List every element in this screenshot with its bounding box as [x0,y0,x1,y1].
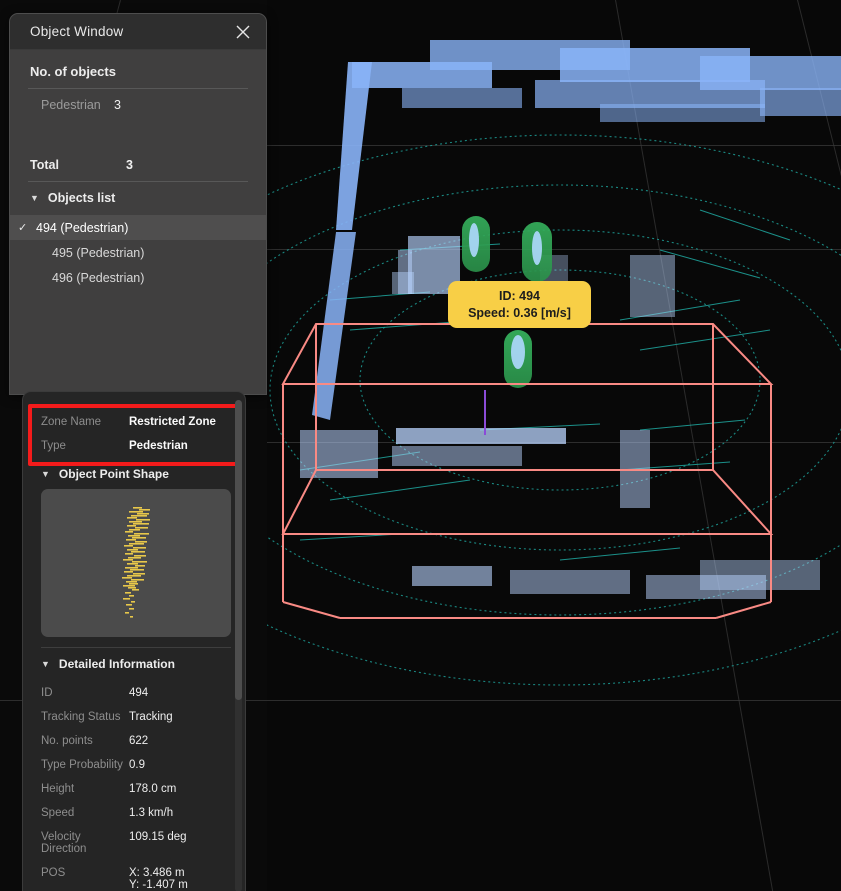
tooltip-speed: Speed: 0.36 [m/s] [468,305,571,320]
detail-label: Speed [41,807,75,819]
detailed-information-table: ID 494 Tracking Status Tracking No. poin… [41,677,231,891]
detail-row-tracking-status: Tracking Status Tracking [41,705,231,729]
detail-value: 494 [129,687,149,699]
detail-value: 622 [129,735,149,747]
detail-row-height: Height 178.0 cm [41,777,231,801]
zone-info-group: Zone Name Restricted Zone Type Pedestria… [41,392,231,458]
object-count-label: Pedestrian [41,98,101,112]
zone-type-row: Type Pedestrian [41,434,231,458]
detail-value-pos-y: Y: -1.407 m [129,879,188,891]
object-point-shape-preview [41,489,231,637]
check-icon: ✓ [18,222,28,234]
detail-label: Type Probability [41,759,123,771]
point-shape-scatter [122,507,150,618]
list-item[interactable]: ✓ 494 (Pedestrian) [10,215,266,240]
detail-scroll-content: Zone Name Restricted Zone Type Pedestria… [23,392,245,891]
triangle-down-icon: ▼ [41,468,50,479]
close-icon[interactable] [232,21,254,43]
object-window-titlebar: Object Window [10,14,266,50]
object-count-row: Pedestrian 3 [28,89,248,112]
detail-value-pos: X: 3.486 m Y: -1.407 m [129,867,188,891]
detail-label: Tracking Status [41,711,121,723]
object-detail-panel: Zone Name Restricted Zone Type Pedestria… [22,391,246,891]
total-label: Total [30,158,59,172]
detail-row-id: ID 494 [41,681,231,705]
detail-label: No. points [41,735,93,747]
object-count-value: 3 [114,98,121,112]
zone-name-row: Zone Name Restricted Zone [41,410,231,434]
detail-row-speed: Speed 1.3 km/h [41,801,231,825]
object-point-shape-disclosure[interactable]: ▼ Object Point Shape [41,458,231,487]
detail-scrollbar-thumb[interactable] [235,400,242,700]
detail-label: ID [41,687,53,699]
detail-row-no-points: No. points 622 [41,729,231,753]
detailed-information-heading: Detailed Information [58,657,175,671]
list-item-label: 494 (Pedestrian) [36,220,129,235]
detail-row-type-probability: Type Probability 0.9 [41,753,231,777]
detail-value-pos-x: X: 3.486 m [129,867,185,879]
list-item-label: 495 (Pedestrian) [52,245,145,260]
counts-spacer [28,112,248,158]
objects-list: ✓ 494 (Pedestrian) 495 (Pedestrian) 496 … [10,215,266,290]
object-tooltip: ID: 494 Speed: 0.36 [m/s] [448,281,591,328]
detail-value: 1.3 km/h [129,807,174,819]
total-value: 3 [126,158,133,172]
zone-type-label: Type [41,440,66,452]
triangle-down-icon: ▼ [41,658,50,669]
objects-list-heading: Objects list [47,191,116,205]
detail-label: Velocity Direction [41,831,87,855]
object-window-panel: Object Window No. of objects Pedestrian … [9,13,267,395]
zone-type-value: Pedestrian [129,440,188,452]
detail-label: Height [41,783,75,795]
detail-value: 0.9 [129,759,145,771]
no-of-objects-heading: No. of objects [30,64,116,79]
list-item[interactable]: 496 (Pedestrian) [10,265,266,290]
detail-row-velocity-direction: Velocity Direction 109.15 deg [41,825,231,861]
page-title: Object Window [30,24,124,39]
list-item[interactable]: 495 (Pedestrian) [10,240,266,265]
detailed-information-disclosure[interactable]: ▼ Detailed Information [41,648,231,677]
objects-list-disclosure[interactable]: ▼ Objects list [28,182,248,214]
tooltip-id: ID: 494 [499,288,540,303]
detail-value: 109.15 deg [129,831,187,843]
detail-label: POS [41,867,66,879]
zone-name-value: Restricted Zone [129,416,216,428]
detail-value: 178.0 cm [129,783,177,795]
detail-scrollbar-track[interactable] [235,400,242,891]
zone-name-label: Zone Name [41,416,102,428]
detail-row-pos: POS X: 3.486 m Y: -1.407 m [41,861,231,891]
triangle-down-icon: ▼ [30,192,39,203]
object-point-shape-heading: Object Point Shape [58,467,169,481]
detail-value: Tracking [129,711,173,723]
list-item-label: 496 (Pedestrian) [52,270,145,285]
app-root: ID: 494 Speed: 0.36 [m/s] Object Window … [0,0,841,891]
object-window-body: No. of objects Pedestrian 3 Total 3 ▼ Ob… [10,50,266,290]
total-row: Total 3 [28,158,248,181]
